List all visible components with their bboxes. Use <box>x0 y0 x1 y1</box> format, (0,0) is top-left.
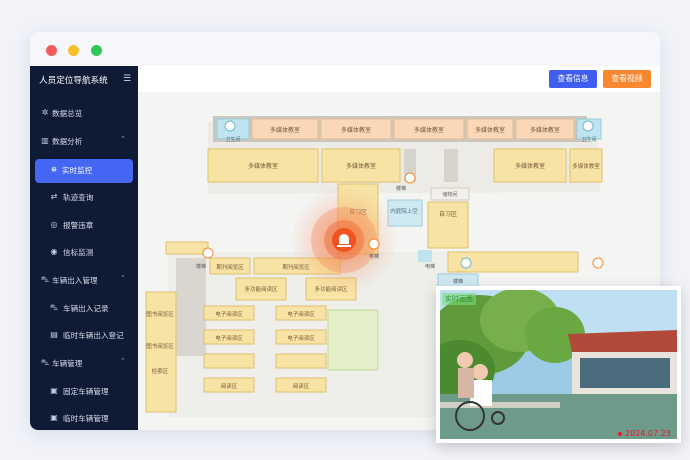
room-label: 图书阅览区 <box>146 342 174 350</box>
room-label: 内庭院上空 <box>390 207 418 215</box>
view-info-button[interactable]: 查看信息 <box>549 70 597 88</box>
maximize-window-button[interactable] <box>91 45 102 56</box>
room-label: 多媒体教室 <box>270 126 300 134</box>
menu-toggle-icon[interactable]: ☰ <box>123 74 131 84</box>
sidebar-item-label: 车辆出入记录 <box>63 304 109 313</box>
sidebar: 人员定位导航系统 ☰ ✲ 数据总览 ▥ 数据分析 ⌃ ⛯ 实时监控 ⇄ 轨迹查询… <box>30 66 138 430</box>
room-label: 检索区 <box>152 367 169 375</box>
room-label: 多媒体教室 <box>572 162 600 170</box>
window-titlebar <box>30 32 660 66</box>
room-label: 期刊阅览区 <box>216 263 244 271</box>
sidebar-item-alarm[interactable]: ◎ 报警违章 <box>30 214 138 238</box>
room-label: 电子阅读区 <box>287 334 315 342</box>
sidebar-item-temp-vehicle-register[interactable]: ▤ 临时车辆出入登记 <box>30 324 138 348</box>
video-date-text: 2024.07.23 <box>625 429 671 438</box>
chevron-up-icon: ⌃ <box>120 135 126 143</box>
room-label: 电梯 <box>369 253 379 260</box>
room-label: 多功能阅读区 <box>244 285 278 293</box>
track-icon: ⇄ <box>50 192 58 201</box>
room-label: 多媒体教室 <box>530 126 560 134</box>
room-label: 阅读区 <box>221 382 238 390</box>
room-label: 阅读区 <box>293 382 310 390</box>
register-icon: ▤ <box>50 330 58 339</box>
sidebar-item-fixed-vehicle[interactable]: ▣ 固定车辆管理 <box>30 380 138 404</box>
sidebar-item-label: 临时车辆出入登记 <box>63 331 124 340</box>
room-label: 电子阅读区 <box>215 310 243 318</box>
car-icon: ⛍ <box>40 358 50 367</box>
sidebar-item-label: 轨迹查询 <box>63 193 94 202</box>
sidebar-item-vehicle-records[interactable]: ⛍ 车辆出入记录 <box>30 297 138 321</box>
view-video-button[interactable]: 查看视频 <box>603 70 651 88</box>
room-label: 多媒体教室 <box>341 126 371 134</box>
gear-icon: ✲ <box>41 108 49 117</box>
sidebar-item-label: 车辆出入管理 <box>52 276 98 285</box>
car-icon: ⛍ <box>40 275 50 284</box>
room-label: 电子阅读区 <box>287 310 315 318</box>
alarm-icon: ◎ <box>50 220 58 229</box>
sidebar-item-label: 数据总览 <box>52 109 83 118</box>
sidebar-item-label: 固定车辆管理 <box>63 387 109 396</box>
app-title: 人员定位导航系统 <box>39 76 108 86</box>
sidebar-item-analysis[interactable]: ▥ 数据分析 ⌃ <box>30 130 138 154</box>
room-label: 多媒体教室 <box>515 162 545 170</box>
sidebar-item-label: 车辆管理 <box>52 359 83 368</box>
room-label: 多媒体教室 <box>475 126 505 134</box>
monitor-icon: ⛯ <box>50 165 58 174</box>
top-toolbar: 查看信息 查看视频 <box>138 66 660 92</box>
chevron-up-icon: ⌃ <box>120 357 126 365</box>
sidebar-item-temp-vehicle[interactable]: ▣ 临时车辆管理 <box>30 407 138 430</box>
document-icon: ▣ <box>50 386 58 395</box>
sidebar-item-label: 报警违章 <box>63 221 94 230</box>
room-label: 多媒体教室 <box>248 162 278 170</box>
room-label: 自习区 <box>439 210 457 218</box>
room-label: 储物间 <box>442 191 457 198</box>
close-window-button[interactable] <box>46 45 57 56</box>
room-label: 卫生间 <box>581 136 596 143</box>
room-label: 电梯 <box>425 263 435 270</box>
sidebar-item-vehicle-access[interactable]: ⛍ 车辆出入管理 ⌃ <box>30 269 138 293</box>
sidebar-item-label: 数据分析 <box>52 137 83 146</box>
chevron-up-icon: ⌃ <box>120 274 126 282</box>
alarm-marker[interactable]: 电梯 <box>292 188 396 292</box>
room-label: 图书阅览区 <box>146 310 174 318</box>
chart-icon: ▥ <box>41 136 49 145</box>
sidebar-item-overview[interactable]: ✲ 数据总览 <box>30 102 138 126</box>
minimize-window-button[interactable] <box>68 45 79 56</box>
sidebar-item-label: 实时监控 <box>62 166 93 175</box>
video-timestamp: 2024.07.23 <box>618 429 671 438</box>
room-label: 多媒体教室 <box>414 126 444 134</box>
room-label: 楼梯 <box>196 263 206 270</box>
sidebar-item-label: 信标监测 <box>63 248 94 257</box>
video-preview-card[interactable]: 实时画面 2024.07.23 <box>436 286 681 443</box>
room-label: 卫生间 <box>225 136 240 143</box>
beacon-icon: ◉ <box>50 247 58 256</box>
sidebar-item-track-query[interactable]: ⇄ 轨迹查询 <box>30 186 138 210</box>
record-dot-icon <box>618 431 622 436</box>
sidebar-item-label: 临时车辆管理 <box>63 414 109 423</box>
sidebar-item-realtime-monitor[interactable]: ⛯ 实时监控 <box>35 159 133 183</box>
car-icon: ⛍ <box>49 303 59 312</box>
room-label: 多媒体教室 <box>346 162 376 170</box>
room-label: 电子阅读区 <box>215 334 243 342</box>
video-frame <box>440 290 677 439</box>
sidebar-item-vehicle-management[interactable]: ⛍ 车辆管理 ⌃ <box>30 352 138 376</box>
room-label: 楼梯 <box>453 278 463 285</box>
top-room-row: 多媒体教室 多媒体教室 多媒体教室 多媒体教室 多媒体教室 卫生间 卫生间 <box>216 118 602 143</box>
sidebar-item-beacon[interactable]: ◉ 信标监测 <box>30 241 138 265</box>
video-live-tag: 实时画面 <box>442 293 476 305</box>
room-label: 楼梯 <box>396 185 406 192</box>
document-icon: ▣ <box>50 413 58 422</box>
